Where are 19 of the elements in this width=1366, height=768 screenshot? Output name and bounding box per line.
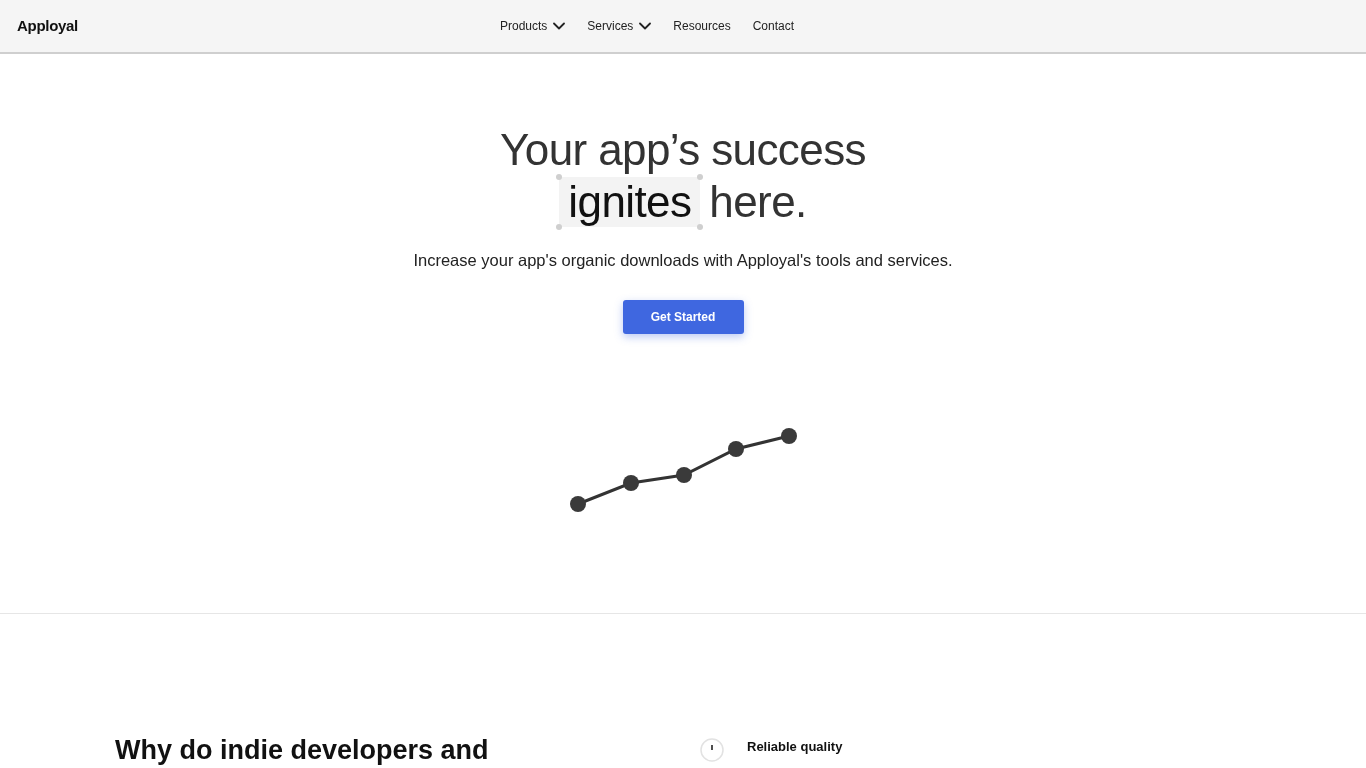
headline-text: here.	[709, 180, 807, 224]
nav-link[interactable]: Resources	[673, 16, 731, 36]
selection-handle-icon	[697, 174, 704, 180]
chevron-down-icon	[639, 22, 652, 30]
section-heading: Why do indie developers and	[115, 736, 490, 764]
nav-link[interactable]: Contact	[752, 16, 795, 36]
feature-title: Reliable quality	[747, 739, 843, 755]
headline-text: Your app’s success	[500, 128, 866, 172]
selection-handle-icon	[556, 224, 563, 230]
nav-dropdown[interactable]: Services	[587, 16, 652, 36]
nav-dropdown[interactable]: Products	[499, 16, 566, 36]
hero-subtitle: Increase your app's organic downloads with Apployal's tools and services.	[413, 250, 953, 271]
circle-icon	[700, 738, 724, 762]
get-started-button[interactable]: Get Started	[622, 300, 744, 334]
selection-handle-icon	[697, 224, 704, 230]
logo-text[interactable]: Apployal	[17, 14, 78, 38]
chevron-down-icon	[553, 22, 566, 30]
highlighted-word: ignites	[568, 177, 692, 226]
selection-handle-icon	[556, 174, 563, 180]
